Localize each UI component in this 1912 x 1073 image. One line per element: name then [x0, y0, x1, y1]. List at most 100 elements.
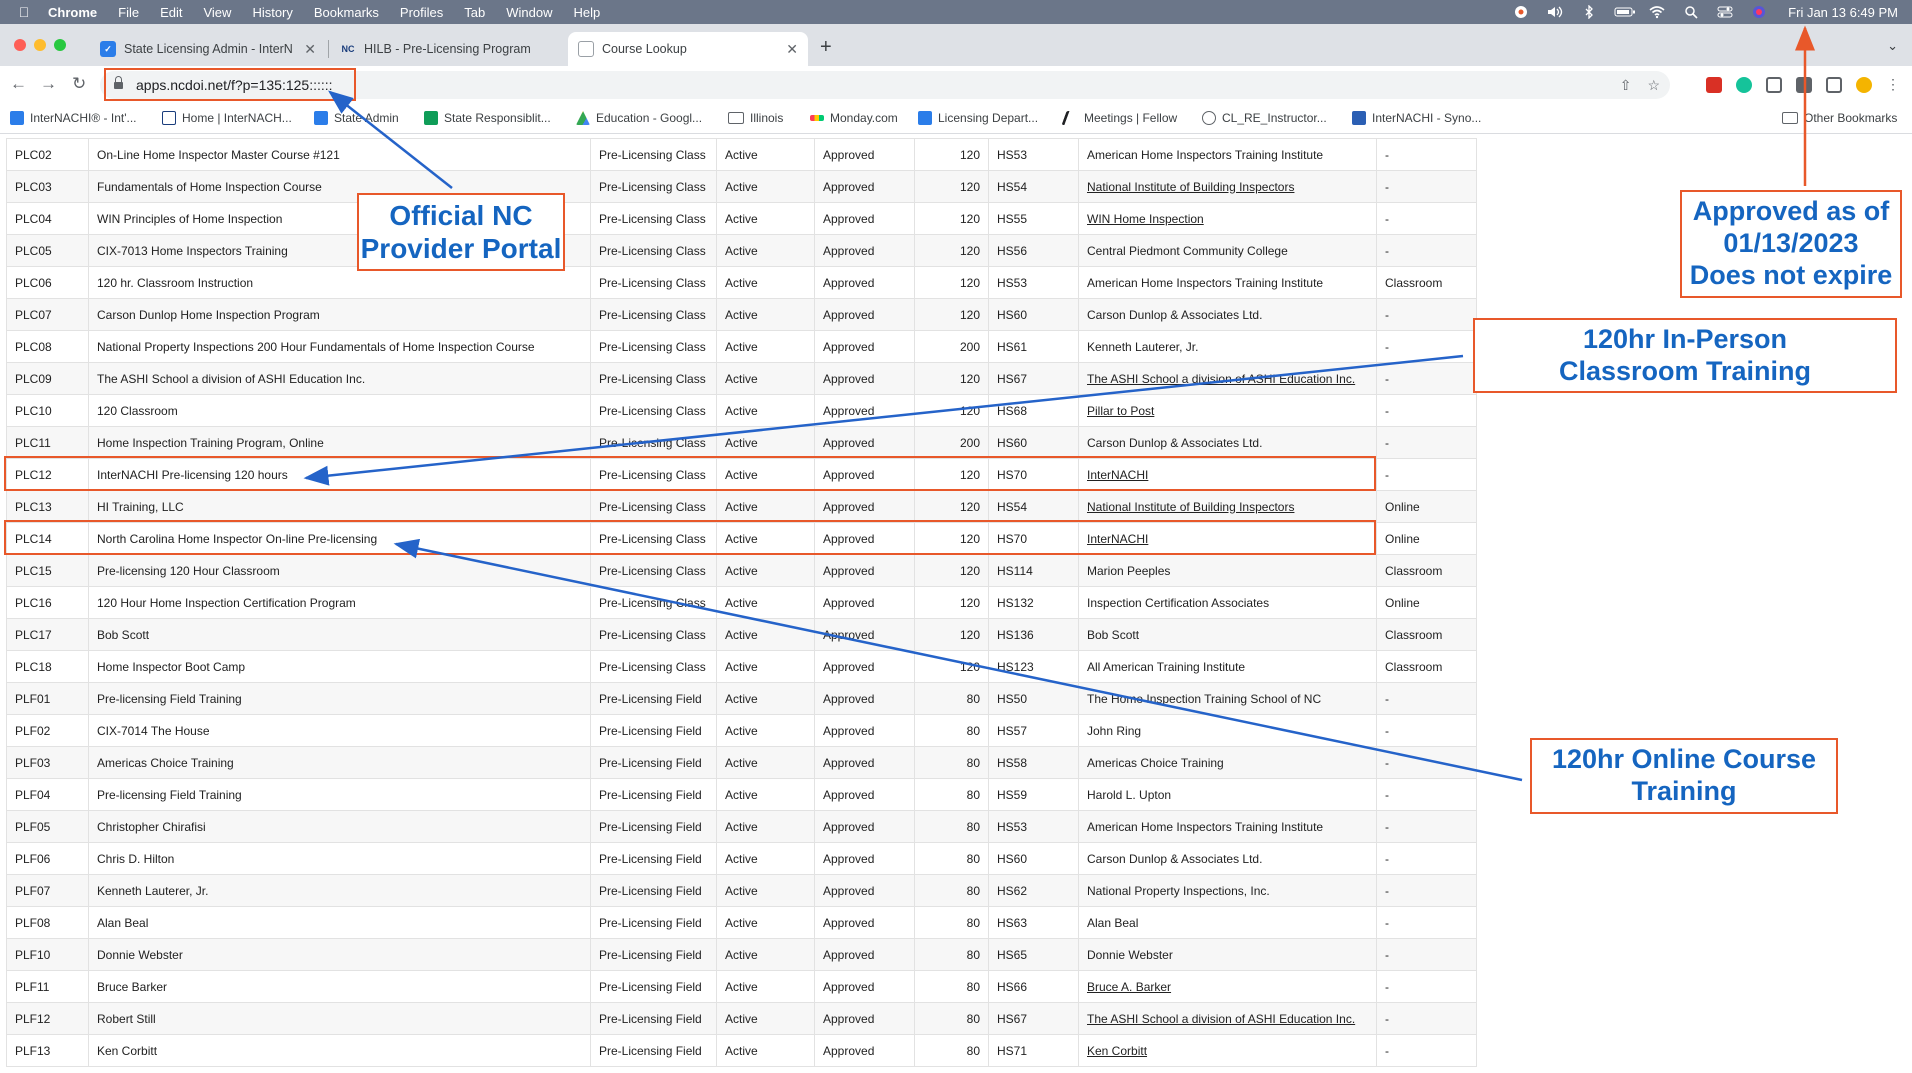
- course-type-cell: Pre-Licensing Field: [590, 1034, 717, 1067]
- provider-link[interactable]: The ASHI School a division of ASHI Educa…: [1087, 372, 1355, 386]
- hours-cell-text: 120: [959, 467, 980, 482]
- menu-file[interactable]: File: [118, 5, 139, 20]
- course-status-cell-text: Active: [725, 179, 758, 194]
- bookmark-internachi-intl[interactable]: InterNACHI® - Int'...: [10, 111, 137, 125]
- provider-name-cell[interactable]: WIN Home Inspection: [1078, 202, 1377, 235]
- bookmark-cl-re-instructor[interactable]: CL_RE_Instructor...: [1202, 111, 1327, 125]
- provider-name-cell[interactable]: Bruce A. Barker: [1078, 970, 1377, 1003]
- hours-cell: 80: [914, 778, 989, 811]
- lock-icon[interactable]: [114, 76, 123, 90]
- approval-cell: Approved: [814, 746, 915, 779]
- provider-code-cell: HS50: [988, 682, 1079, 715]
- provider-name-cell[interactable]: Pillar to Post: [1078, 394, 1377, 427]
- course-type-cell-text: Pre-Licensing Class: [599, 499, 706, 514]
- bookmark-state-responsibility[interactable]: State Responsiblit...: [424, 111, 551, 125]
- bookmark-monday[interactable]: Monday.com: [810, 111, 898, 125]
- menu-history[interactable]: History: [252, 5, 292, 20]
- menu-help[interactable]: Help: [574, 5, 601, 20]
- menu-tab[interactable]: Tab: [464, 5, 485, 20]
- provider-name-cell: Carson Dunlop & Associates Ltd.: [1078, 298, 1377, 331]
- bookmark-home-internachi[interactable]: Home | InterNACH...: [162, 111, 292, 125]
- address-url[interactable]: apps.ncdoi.net/f?p=135:125::::::: [136, 77, 333, 93]
- bookmark-education-google[interactable]: Education - Googl...: [576, 111, 702, 125]
- tab-search-chevron-icon[interactable]: ⌄: [1887, 38, 1898, 54]
- bookmark-star-icon[interactable]: ☆: [1647, 77, 1660, 94]
- more-menu-icon[interactable]: ⋮: [1886, 76, 1900, 93]
- address-bar[interactable]: apps.ncdoi.net/f?p=135:125:::::: ⇧ ☆: [100, 71, 1670, 99]
- course-type-cell: Pre-Licensing Class: [590, 266, 717, 299]
- menu-view[interactable]: View: [203, 5, 231, 20]
- provider-link[interactable]: National Institute of Building Inspector…: [1087, 180, 1294, 194]
- tab-close-icon[interactable]: ✕: [786, 41, 798, 58]
- bluetooth-icon[interactable]: [1580, 4, 1598, 20]
- qr-code-icon[interactable]: [1766, 76, 1782, 93]
- provider-link[interactable]: National Institute of Building Inspector…: [1087, 500, 1294, 514]
- extension-red-icon[interactable]: [1706, 76, 1722, 93]
- provider-link[interactable]: Ken Corbitt: [1087, 1044, 1147, 1058]
- menu-app-chrome[interactable]: Chrome: [48, 5, 97, 20]
- hours-cell: 120: [914, 298, 989, 331]
- course-name-cell: InterNACHI Pre-licensing 120 hours: [88, 458, 591, 491]
- menu-bookmarks[interactable]: Bookmarks: [314, 5, 379, 20]
- side-panel-icon[interactable]: [1826, 76, 1842, 93]
- volume-icon[interactable]: [1546, 5, 1564, 19]
- control-center-icon[interactable]: [1716, 5, 1734, 19]
- delivery-method-cell-text: -: [1385, 851, 1389, 866]
- bookmark-label: Illinois: [750, 111, 784, 125]
- spotlight-search-icon[interactable]: [1682, 5, 1700, 19]
- menu-profiles[interactable]: Profiles: [400, 5, 443, 20]
- tab-course-lookup[interactable]: Course Lookup ✕: [568, 32, 808, 66]
- bookmark-illinois[interactable]: Illinois: [728, 111, 783, 125]
- tab-separator: [328, 40, 329, 58]
- reload-icon[interactable]: ↻: [72, 74, 86, 94]
- share-icon[interactable]: ⇧: [1620, 77, 1632, 94]
- tab-close-icon[interactable]: ✕: [304, 41, 316, 58]
- course-type-cell-text: Pre-Licensing Class: [599, 467, 706, 482]
- apple-menu-icon[interactable]: : [14, 4, 34, 20]
- hours-cell: 120: [914, 170, 989, 203]
- bookmark-meetings-fellow[interactable]: Meetings | Fellow: [1061, 111, 1177, 125]
- window-zoom-button[interactable]: [54, 39, 66, 51]
- provider-link[interactable]: WIN Home Inspection: [1087, 212, 1204, 226]
- provider-link[interactable]: Pillar to Post: [1087, 404, 1154, 418]
- grammarly-icon[interactable]: [1736, 76, 1752, 93]
- menu-bar-clock[interactable]: Fri Jan 13 6:49 PM: [1788, 5, 1898, 20]
- provider-link[interactable]: Bruce A. Barker: [1087, 980, 1171, 994]
- wifi-icon[interactable]: [1648, 5, 1666, 19]
- course-id-cell: PLF12: [6, 1002, 89, 1035]
- bookmark-state-admin[interactable]: State Admin: [314, 111, 399, 125]
- siri-icon[interactable]: [1750, 5, 1768, 19]
- provider-name-cell[interactable]: The ASHI School a division of ASHI Educa…: [1078, 1002, 1377, 1035]
- provider-name-cell[interactable]: Ken Corbitt: [1078, 1034, 1377, 1067]
- provider-link[interactable]: InterNACHI: [1087, 468, 1148, 482]
- table-row: PLC18 Home Inspector Boot Camp Pre-Licensi…: [6, 650, 1477, 683]
- hours-cell: 120: [914, 554, 989, 587]
- bookmark-licensing-dept[interactable]: Licensing Depart...: [918, 111, 1038, 125]
- provider-link[interactable]: InterNACHI: [1087, 532, 1148, 546]
- approval-cell-text: Approved: [823, 691, 875, 706]
- provider-code-cell: HS55: [988, 202, 1079, 235]
- battery-icon[interactable]: [1614, 5, 1636, 19]
- course-type-cell-text: Pre-Licensing Class: [599, 403, 706, 418]
- profile-avatar[interactable]: [1856, 76, 1872, 93]
- approval-cell-text: Approved: [823, 147, 875, 162]
- tab-state-licensing-admin[interactable]: ✓ State Licensing Admin - InterN ✕: [90, 32, 326, 66]
- provider-name-cell[interactable]: National Institute of Building Inspector…: [1078, 170, 1377, 203]
- provider-link[interactable]: The ASHI School a division of ASHI Educa…: [1087, 1012, 1355, 1026]
- new-tab-plus-icon[interactable]: +: [820, 36, 832, 59]
- back-arrow-icon[interactable]: ←: [10, 74, 27, 94]
- provider-name-cell[interactable]: National Institute of Building Inspector…: [1078, 490, 1377, 523]
- puzzle-extensions-icon[interactable]: [1796, 76, 1812, 93]
- provider-name-cell[interactable]: InterNACHI: [1078, 458, 1377, 491]
- forward-arrow-icon[interactable]: →: [40, 74, 57, 94]
- bookmark-internachi-synology[interactable]: InterNACHI - Syno...: [1352, 111, 1481, 125]
- provider-name-cell[interactable]: The ASHI School a division of ASHI Educa…: [1078, 362, 1377, 395]
- window-close-button[interactable]: [14, 39, 26, 51]
- menu-edit[interactable]: Edit: [160, 5, 182, 20]
- bookmark-other-bookmarks[interactable]: Other Bookmarks: [1782, 111, 1897, 125]
- window-minimize-button[interactable]: [34, 39, 46, 51]
- creative-cloud-icon[interactable]: [1512, 5, 1530, 19]
- provider-name-cell[interactable]: InterNACHI: [1078, 522, 1377, 555]
- tab-hilb-pre-licensing[interactable]: NC HILB - Pre-Licensing Program: [330, 32, 566, 66]
- menu-window[interactable]: Window: [506, 5, 552, 20]
